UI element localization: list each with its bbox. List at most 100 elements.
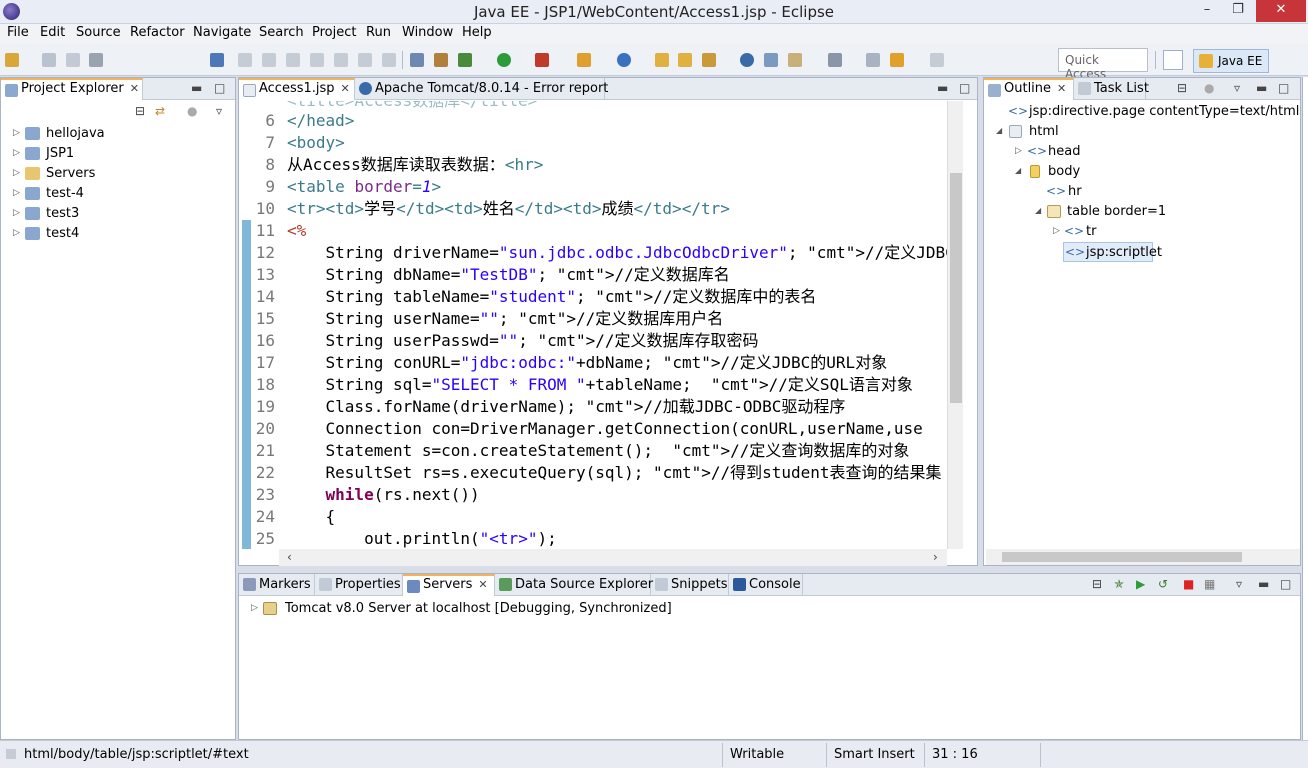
- step-over-icon[interactable]: [358, 53, 372, 67]
- expand-icon[interactable]: ▷: [13, 228, 20, 238]
- outline-item-scriptlet[interactable]: <> jsp:scriptlet: [1063, 242, 1162, 262]
- search-icon[interactable]: [702, 53, 716, 67]
- new-class-icon[interactable]: [617, 53, 631, 67]
- menu-refactor[interactable]: Refactor: [130, 25, 185, 40]
- last-edit-icon[interactable]: [866, 53, 880, 67]
- expand-icon[interactable]: ▷: [1015, 146, 1022, 156]
- menu-window[interactable]: Window: [402, 25, 453, 40]
- print-icon[interactable]: [89, 53, 103, 67]
- menu-help[interactable]: Help: [462, 25, 492, 40]
- expand-icon[interactable]: ▷: [13, 148, 20, 158]
- maximize-icon[interactable]: □: [959, 81, 970, 95]
- maximize-icon[interactable]: □: [214, 81, 225, 95]
- tab-snippets[interactable]: Snippets: [651, 574, 729, 596]
- outline-item-directive[interactable]: <> jsp:directive.page contentType=text/h…: [984, 102, 1300, 122]
- profile-server-icon[interactable]: ↺: [1158, 577, 1168, 591]
- disconnect-icon[interactable]: [310, 53, 324, 67]
- expand-icon[interactable]: ▷: [13, 128, 20, 138]
- save-icon[interactable]: [42, 53, 56, 67]
- restore-button[interactable]: ❐: [1224, 0, 1252, 22]
- tab-data-source-explorer[interactable]: Data Source Explorer: [495, 574, 653, 596]
- tab-properties[interactable]: Properties: [315, 574, 403, 596]
- outline-horizontal-scrollbar[interactable]: [986, 549, 1300, 565]
- close-icon[interactable]: ✕: [341, 82, 350, 95]
- close-icon[interactable]: ✕: [1057, 82, 1066, 95]
- new-server-icon[interactable]: [577, 53, 591, 67]
- quick-access-input[interactable]: Quick Access: [1058, 48, 1148, 81]
- minimize-icon[interactable]: ▬: [1258, 577, 1269, 591]
- pin-icon[interactable]: [828, 53, 842, 67]
- run-icon[interactable]: [497, 53, 511, 67]
- debug-icon[interactable]: [458, 53, 472, 67]
- suspend-icon[interactable]: [262, 53, 276, 67]
- collapse-icon[interactable]: ◢: [1015, 166, 1021, 175]
- close-button[interactable]: ✕: [1256, 0, 1306, 22]
- chevron-down-icon[interactable]: ▿: [216, 104, 222, 118]
- menu-search[interactable]: Search: [259, 25, 304, 40]
- resume-icon[interactable]: [238, 53, 252, 67]
- tab-console[interactable]: Console: [729, 574, 803, 596]
- chevron-down-icon[interactable]: ▿: [1234, 81, 1240, 95]
- step-return-icon[interactable]: [382, 53, 396, 67]
- start-server-icon[interactable]: ▶: [1136, 577, 1145, 591]
- menu-navigate[interactable]: Navigate: [193, 25, 251, 40]
- menu-project[interactable]: Project: [312, 25, 356, 40]
- expand-icon[interactable]: ▷: [251, 603, 258, 613]
- scroll-left-icon[interactable]: ‹: [287, 550, 292, 564]
- skip-breakpoints-icon[interactable]: [210, 53, 224, 67]
- collapse-icon[interactable]: ◢: [1035, 206, 1041, 215]
- tab-task-list[interactable]: Task List: [1074, 78, 1149, 100]
- close-icon[interactable]: ✕: [130, 82, 139, 95]
- tab-project-explorer[interactable]: Project Explorer ✕: [1, 78, 143, 100]
- tab-access1-jsp[interactable]: Access1.jsp ✕: [239, 78, 355, 100]
- minimize-icon[interactable]: ▬: [937, 81, 948, 95]
- editor-vertical-scrollbar[interactable]: [947, 101, 963, 549]
- expand-icon[interactable]: ▷: [13, 168, 20, 178]
- expand-icon[interactable]: ▷: [13, 188, 20, 198]
- sort-icon[interactable]: ●: [1204, 81, 1214, 95]
- scroll-thumb[interactable]: [950, 173, 962, 403]
- open-type-icon[interactable]: [655, 53, 669, 67]
- open-task-icon[interactable]: [678, 53, 692, 67]
- perspective-java-ee[interactable]: Java EE: [1193, 49, 1269, 73]
- back-icon[interactable]: [890, 53, 904, 67]
- menu-edit[interactable]: Edit: [40, 25, 65, 40]
- tab-markers[interactable]: Markers: [239, 574, 315, 596]
- toggle-mark-icon[interactable]: [764, 53, 778, 67]
- maximize-icon[interactable]: □: [1280, 577, 1291, 591]
- tab-outline[interactable]: Outline ✕: [984, 78, 1074, 100]
- next-annotation-icon[interactable]: [788, 53, 802, 67]
- minimize-icon[interactable]: ▬: [1256, 81, 1267, 95]
- close-icon[interactable]: ✕: [478, 578, 487, 591]
- collapse-all-icon[interactable]: ⊟: [135, 104, 145, 118]
- terminate-icon[interactable]: [286, 53, 300, 67]
- collapse-all-icon[interactable]: ⊟: [1092, 577, 1102, 591]
- debug-server-icon[interactable]: ✯: [1114, 577, 1124, 591]
- collapse-icon[interactable]: ◢: [996, 126, 1002, 135]
- forward-icon[interactable]: [930, 53, 944, 67]
- tab-error-report[interactable]: Apache Tomcat/8.0.14 - Error report: [355, 78, 608, 100]
- external-tools-icon[interactable]: [535, 53, 549, 67]
- view-menu-icon[interactable]: ●: [187, 104, 197, 118]
- publish-icon[interactable]: ▦: [1204, 577, 1215, 591]
- tab-servers[interactable]: Servers ✕: [403, 574, 495, 596]
- step-into-icon[interactable]: [334, 53, 348, 67]
- minimize-icon[interactable]: ▬: [191, 81, 202, 95]
- scroll-thumb[interactable]: [1002, 552, 1242, 562]
- menu-run[interactable]: Run: [366, 25, 391, 40]
- menu-source[interactable]: Source: [76, 25, 121, 40]
- link-editor-icon[interactable]: ⇄: [155, 104, 165, 118]
- collapse-all-icon[interactable]: ⊟: [1177, 81, 1187, 95]
- open-perspective-icon[interactable]: [1163, 50, 1183, 70]
- use-step-filters-icon[interactable]: [410, 53, 424, 67]
- new-icon[interactable]: [5, 53, 19, 67]
- menu-file[interactable]: File: [7, 25, 29, 40]
- minimize-button[interactable]: –: [1193, 0, 1221, 22]
- maximize-icon[interactable]: □: [1278, 81, 1289, 95]
- expand-icon[interactable]: ▷: [13, 208, 20, 218]
- chevron-down-icon[interactable]: ▿: [1236, 577, 1242, 591]
- stop-server-icon[interactable]: ■: [1183, 577, 1194, 591]
- save-all-icon[interactable]: [66, 53, 80, 67]
- scroll-right-icon[interactable]: ›: [933, 550, 938, 564]
- toggle-ant-icon[interactable]: [434, 53, 448, 67]
